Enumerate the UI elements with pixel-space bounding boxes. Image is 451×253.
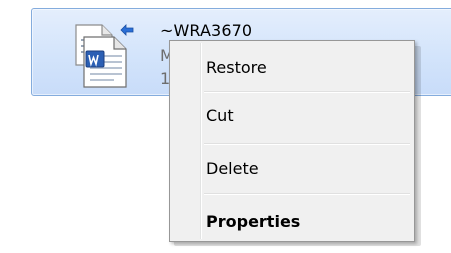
- file-name: ~WRA3670: [160, 21, 253, 40]
- menu-item-label: Cut: [206, 106, 234, 125]
- word-document-icon: [72, 21, 146, 91]
- context-menu: Restore Cut Delete Properties: [169, 40, 415, 242]
- menu-item-cut[interactable]: Cut: [172, 103, 412, 129]
- menu-separator: [204, 91, 410, 93]
- menu-separator: [204, 193, 410, 195]
- menu-item-restore[interactable]: Restore: [172, 55, 412, 81]
- menu-item-properties[interactable]: Properties: [172, 209, 412, 235]
- explorer-view: ~WRA3670 Mic ent 1.3 Restore Cut Delete …: [0, 0, 451, 253]
- restore-arrow-icon: [120, 21, 134, 36]
- menu-item-label: Properties: [206, 212, 301, 231]
- menu-item-delete[interactable]: Delete: [172, 156, 412, 182]
- menu-item-label: Delete: [206, 159, 259, 178]
- menu-separator: [204, 143, 410, 145]
- menu-item-label: Restore: [206, 58, 267, 77]
